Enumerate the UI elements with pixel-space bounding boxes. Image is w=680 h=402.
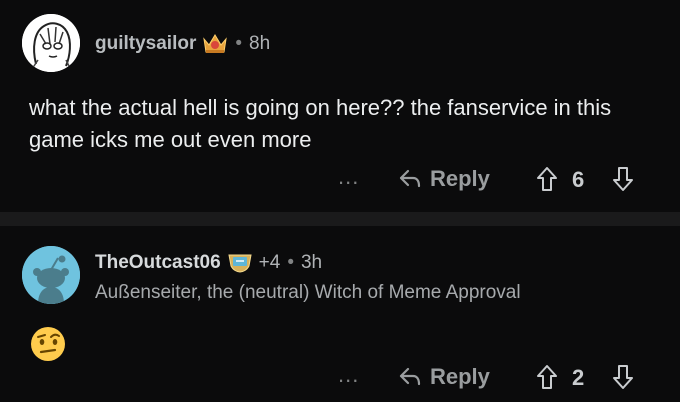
reply-label: Reply [430, 166, 490, 191]
sketch-avatar-icon [22, 14, 80, 72]
separator-dot: • [287, 252, 294, 273]
username[interactable]: guiltysailor [95, 33, 196, 55]
comment-1: guiltysailor • 8h what the actual hell i… [0, 0, 680, 212]
avatar[interactable] [22, 14, 80, 72]
username[interactable]: TheOutcast06 [95, 252, 221, 274]
comment-divider [0, 212, 680, 226]
comment-actions: ... Reply 6 [0, 160, 680, 200]
timestamp: 8h [249, 33, 271, 54]
comment-2: TheOutcast06 +4 • 3h Außenseiter, the (n… [0, 226, 680, 402]
default-snoo-avatar-icon [22, 246, 80, 304]
upvote-arrow-icon[interactable] [536, 166, 558, 192]
blue-trophy-award-icon [227, 252, 253, 274]
vote-count: 2 [572, 365, 585, 390]
downvote-arrow-icon[interactable] [612, 364, 634, 390]
avatar[interactable] [22, 246, 80, 304]
reply-button[interactable]: Reply [398, 166, 490, 192]
separator-dot: • [235, 33, 243, 54]
comment-header: TheOutcast06 +4 • 3h [95, 252, 322, 274]
comment-body: what the actual hell is going on here?? … [29, 95, 612, 152]
raised-eyebrow-emoji-icon [30, 326, 66, 362]
reply-arrow-icon [399, 169, 421, 188]
reply-arrow-icon [399, 367, 421, 386]
vote-count: 6 [572, 167, 585, 192]
more-options-button[interactable]: ... [338, 164, 359, 190]
timestamp: 3h [300, 252, 323, 273]
reply-label: Reply [430, 364, 490, 389]
downvote-arrow-icon[interactable] [612, 166, 634, 192]
comment-header: guiltysailor • 8h [95, 33, 270, 55]
comment-actions: ... Reply 2 [0, 358, 680, 398]
upvote-arrow-icon[interactable] [536, 364, 558, 390]
award-count: +4 [258, 252, 281, 273]
gold-crown-award-icon [202, 33, 228, 55]
user-flair: Außenseiter, the (neutral) Witch of Meme… [95, 282, 521, 303]
reply-button[interactable]: Reply [398, 364, 490, 390]
more-options-button[interactable]: ... [338, 362, 359, 388]
